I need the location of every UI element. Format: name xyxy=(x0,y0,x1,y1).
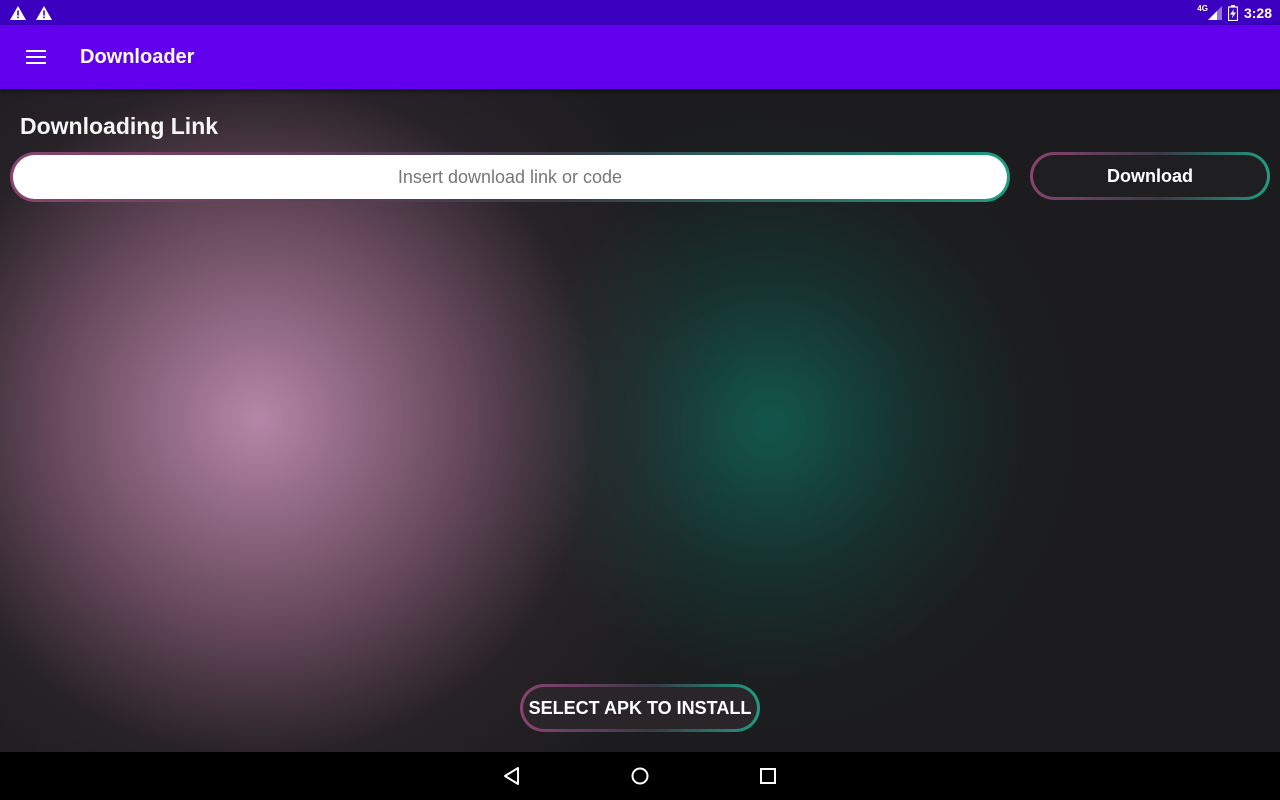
menu-button[interactable] xyxy=(0,25,72,89)
back-icon xyxy=(504,767,519,785)
link-input-container xyxy=(13,155,1007,199)
status-time: 3:28 xyxy=(1243,4,1272,21)
warning-icon xyxy=(10,5,26,20)
recents-icon xyxy=(760,768,776,784)
main-content: Downloading Link Download SELECT APK TO … xyxy=(0,89,1280,752)
signal-icon xyxy=(1207,5,1222,20)
section-title: Downloading Link xyxy=(20,113,219,139)
recents-button[interactable] xyxy=(752,760,784,792)
home-button[interactable] xyxy=(624,760,656,792)
battery-charging-icon xyxy=(1227,4,1238,21)
status-indicators: 4G 3:28 xyxy=(1197,4,1272,21)
download-button-border: Download xyxy=(1030,152,1270,200)
download-button[interactable]: Download xyxy=(1033,155,1267,197)
select-apk-button-border: SELECT APK TO INSTALL xyxy=(520,684,760,732)
warning-icon xyxy=(36,5,52,20)
app-title: Downloader xyxy=(80,45,195,68)
link-input-border xyxy=(10,152,1010,202)
navigation-bar xyxy=(0,752,1280,800)
home-icon xyxy=(631,767,649,785)
select-apk-button[interactable]: SELECT APK TO INSTALL xyxy=(523,687,757,729)
back-button[interactable] xyxy=(496,760,528,792)
network-type: 4G xyxy=(1197,4,1208,13)
link-input[interactable] xyxy=(13,155,1007,199)
menu-icon xyxy=(26,50,46,64)
app-bar: Downloader xyxy=(0,25,1280,89)
status-notifications xyxy=(10,5,52,20)
status-bar: 4G 3:28 xyxy=(0,0,1280,25)
